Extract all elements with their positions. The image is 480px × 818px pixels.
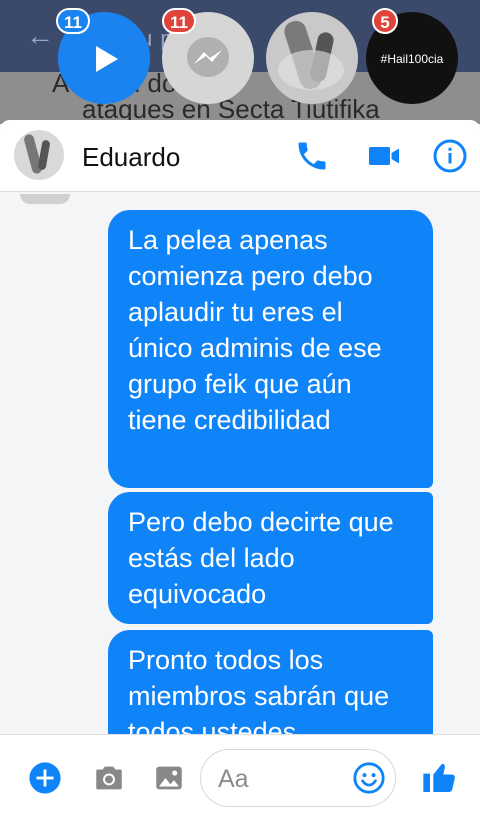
chat-window: Eduardo La pelea apenas comienza pero de… — [0, 120, 480, 818]
add-icon[interactable] — [28, 761, 62, 795]
previous-avatar-sliver — [20, 194, 70, 204]
camera-icon[interactable] — [92, 761, 126, 795]
message-bubble[interactable]: Pero debo decirte que estás del lado equ… — [108, 492, 433, 624]
image-icon[interactable] — [152, 761, 186, 795]
back-arrow-icon[interactable]: ← — [26, 22, 54, 50]
like-icon[interactable] — [420, 757, 460, 797]
badge-count: 11 — [162, 8, 196, 34]
badge-count: 11 — [56, 8, 90, 34]
play-icon — [96, 46, 118, 72]
composer-bar: Aa — [0, 734, 480, 818]
messenger-bolt-icon — [194, 50, 222, 64]
message-bubble[interactable]: Pronto todos los miembros sabrán que tod… — [108, 630, 433, 734]
chat-header: Eduardo — [0, 120, 480, 192]
chat-head-photo[interactable] — [266, 12, 358, 104]
phone-icon[interactable] — [294, 138, 330, 174]
video-camera-icon[interactable] — [366, 138, 402, 174]
message-bubble[interactable]: La pelea apenas comienza pero debo aplau… — [108, 210, 433, 488]
emoji-icon[interactable] — [352, 761, 386, 795]
contact-name[interactable]: Eduardo — [82, 142, 180, 173]
chat-head-label: #Hail100cia — [380, 52, 444, 66]
avatar[interactable] — [14, 130, 64, 180]
message-list[interactable]: La pelea apenas comienza pero debo aplau… — [0, 194, 480, 734]
message-input-placeholder: Aa — [218, 765, 249, 793]
badge-count: 5 — [372, 8, 398, 34]
info-icon[interactable] — [432, 138, 468, 174]
